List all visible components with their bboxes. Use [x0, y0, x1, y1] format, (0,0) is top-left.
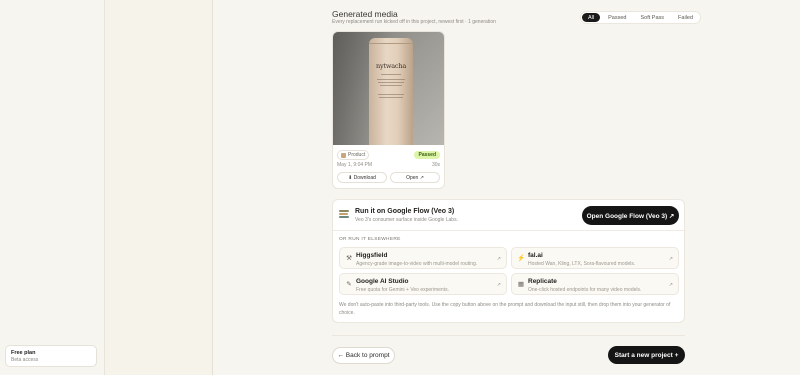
secondary-sidebar	[105, 0, 213, 375]
third-party-note: We don't auto-paste into third-party too…	[339, 302, 671, 316]
status-badge: Passed	[414, 151, 440, 159]
google-flow-icon	[339, 210, 349, 219]
open-button[interactable]: Open ↗	[390, 172, 440, 183]
product-tube-image: nytwacha	[369, 38, 413, 145]
option-fal-ai[interactable]: ⚡ fal.ai Hosted Wan, Kling, LTX, Sora-fl…	[511, 247, 679, 269]
media-card: nytwacha Product Passed May 1, 9:04 PM 3…	[332, 31, 445, 189]
external-link-icon: ↗	[668, 282, 673, 288]
product-brand-text: nytwacha	[375, 62, 406, 70]
footer-divider	[332, 335, 685, 336]
start-new-project-button[interactable]: Start a new project +	[608, 346, 685, 364]
plan-subtitle: Beta access	[11, 357, 39, 363]
option-name: Replicate	[528, 278, 557, 285]
option-desc: Hosted Wan, Kling, LTX, Sora-flavoured m…	[528, 261, 636, 267]
plan-card[interactable]: Free plan Beta access	[5, 345, 97, 367]
option-replicate[interactable]: ▦ Replicate One-click hosted endpoints f…	[511, 273, 679, 295]
back-to-prompt-button[interactable]: ← Back to prompt	[332, 347, 395, 364]
tools-icon: ⚒	[346, 255, 352, 262]
option-google-ai-studio[interactable]: ✎ Google AI Studio Free quota for Gemini…	[339, 273, 507, 295]
media-tag-label: Product	[348, 152, 366, 158]
option-desc: One-click hosted endpoints for many vide…	[528, 287, 642, 293]
page-subtitle: Every replacement run kicked off in this…	[332, 19, 496, 25]
option-desc: Free quota for Gemini + Veo experiments.	[356, 287, 449, 293]
open-google-flow-button[interactable]: Open Google Flow (Veo 3) ↗	[582, 206, 679, 225]
filter-passed[interactable]: Passed	[602, 13, 632, 22]
elsewhere-label: OR RUN IT ELSEWHERE	[339, 237, 401, 242]
external-link-icon: ↗	[496, 256, 501, 262]
app-sidebar: Free plan Beta access	[0, 0, 105, 375]
grid-icon: ▦	[517, 281, 525, 288]
run-panel-header: Run it on Google Flow (Veo 3) Veo 3's co…	[333, 200, 686, 231]
media-tag: Product	[337, 150, 370, 160]
filter-tabs: All Passed Soft Pass Failed	[580, 11, 702, 24]
option-name: Higgsfield	[356, 252, 388, 259]
filter-all[interactable]: All	[582, 13, 601, 22]
option-name: Google AI Studio	[356, 278, 409, 285]
external-link-icon: ↗	[668, 256, 673, 262]
download-button[interactable]: ⬇ Download	[337, 172, 387, 183]
media-meta: Product Passed May 1, 9:04 PM 30s ⬇ Down…	[333, 145, 444, 183]
option-higgsfield[interactable]: ⚒ Higgsfield Agency-grade image-to-video…	[339, 247, 507, 269]
product-icon	[341, 152, 346, 158]
filter-failed[interactable]: Failed	[672, 13, 699, 22]
page-title: Generated media	[332, 9, 398, 19]
run-subtitle: Veo 3's consumer surface inside Google L…	[355, 217, 458, 223]
option-desc: Agency-grade image-to-video with multi-m…	[356, 261, 478, 267]
filter-soft-pass[interactable]: Soft Pass	[634, 13, 670, 22]
plan-title: Free plan	[11, 350, 36, 356]
run-title: Run it on Google Flow (Veo 3)	[355, 208, 455, 215]
pen-icon: ✎	[346, 281, 352, 288]
media-duration: 30s	[431, 162, 440, 168]
main-content: Generated media Every replacement run ki…	[213, 0, 800, 375]
media-date: May 1, 9:04 PM	[337, 162, 373, 168]
media-thumbnail[interactable]: nytwacha	[333, 32, 444, 145]
lightning-icon: ⚡	[517, 255, 526, 262]
option-name: fal.ai	[528, 252, 543, 259]
external-link-icon: ↗	[496, 282, 501, 288]
run-panel: Run it on Google Flow (Veo 3) Veo 3's co…	[332, 199, 686, 323]
